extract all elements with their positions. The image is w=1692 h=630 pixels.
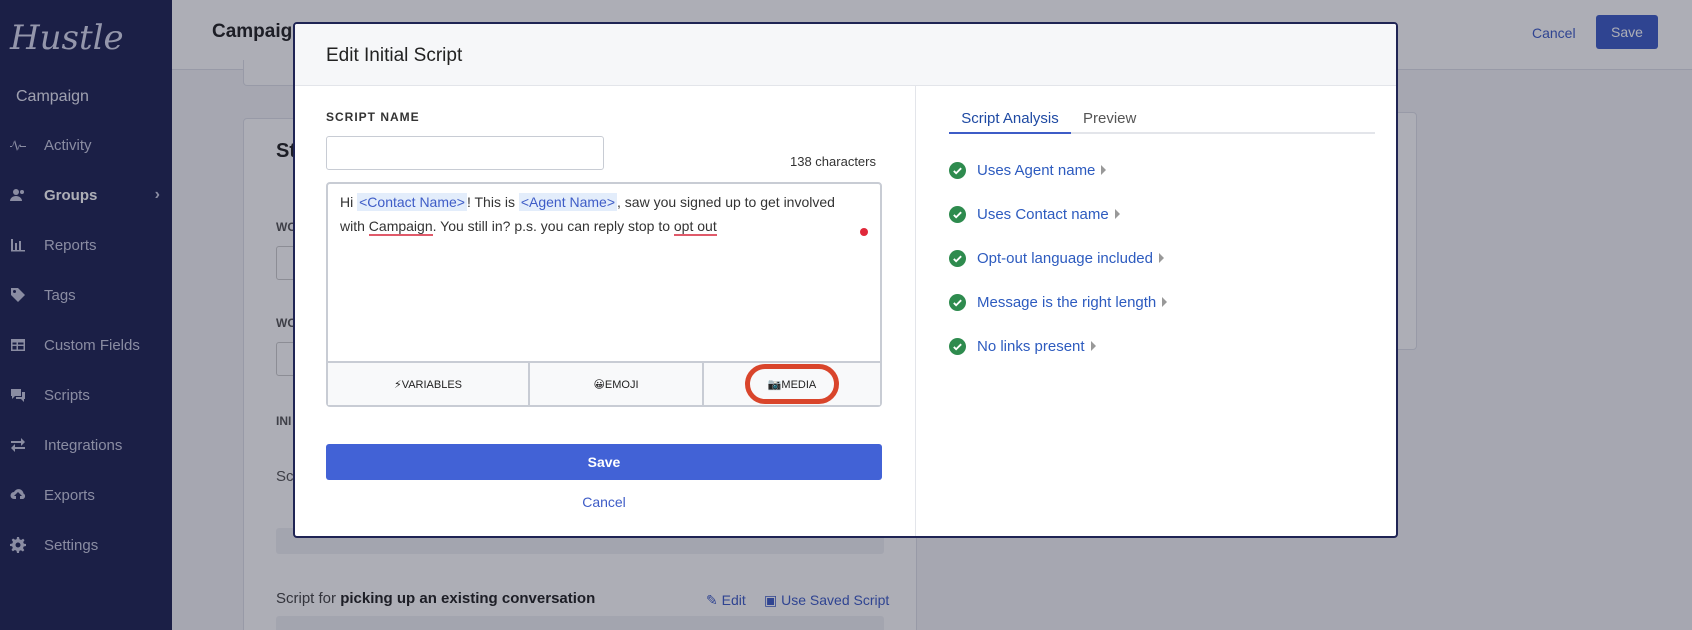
media-label: 📷MEDIA bbox=[767, 378, 817, 391]
script-name-input[interactable] bbox=[326, 136, 604, 170]
tab-script-analysis[interactable]: Script Analysis bbox=[949, 104, 1071, 134]
media-highlight-circle: 📷MEDIA bbox=[745, 364, 839, 404]
check-item[interactable]: Uses Agent name bbox=[949, 159, 1107, 181]
check-item[interactable]: Message is the right length bbox=[949, 291, 1168, 313]
caret-right-icon bbox=[1158, 253, 1164, 263]
cancel-button: Cancel bbox=[326, 494, 882, 510]
analysis-tabs: Script Analysis Preview bbox=[949, 104, 1375, 134]
modal-header: Edit Initial Script bbox=[295, 24, 1396, 86]
status-dot bbox=[860, 228, 868, 236]
cancel-label[interactable]: Cancel bbox=[582, 494, 626, 510]
variables-button[interactable]: ⚡VARIABLES bbox=[328, 363, 530, 405]
caret-right-icon bbox=[1101, 165, 1107, 175]
caret-right-icon bbox=[1114, 209, 1120, 219]
script-text-segment: ! This is bbox=[466, 194, 519, 210]
modal-divider bbox=[915, 86, 916, 536]
emoji-label: 😀EMOJI bbox=[593, 378, 639, 391]
check-label: No links present bbox=[977, 337, 1085, 355]
edit-script-modal: Edit Initial Script SCRIPT NAME 138 char… bbox=[293, 22, 1398, 538]
caret-right-icon bbox=[1090, 341, 1096, 351]
check-label: Uses Agent name bbox=[977, 161, 1096, 179]
check-circle-icon bbox=[949, 205, 966, 223]
opt-out-word: opt out bbox=[673, 218, 717, 236]
editor-toolbar: ⚡VARIABLES 😀EMOJI 📷MEDIA bbox=[328, 361, 880, 405]
script-name-label: SCRIPT NAME bbox=[326, 110, 420, 124]
variables-label: ⚡VARIABLES bbox=[393, 378, 463, 391]
media-button[interactable]: 📷MEDIA bbox=[704, 363, 880, 405]
contact-name-variable[interactable]: <Contact Name> bbox=[357, 193, 467, 211]
check-item[interactable]: No links present bbox=[949, 335, 1096, 357]
check-label: Uses Contact name bbox=[977, 205, 1109, 223]
check-label: Opt-out language included bbox=[977, 249, 1153, 267]
caret-right-icon bbox=[1162, 297, 1168, 307]
check-circle-icon bbox=[949, 337, 966, 355]
campaign-word: Campaign bbox=[368, 218, 433, 236]
modal-title: Edit Initial Script bbox=[326, 45, 463, 66]
script-text-segment: Hi bbox=[340, 194, 358, 210]
check-item[interactable]: Uses Contact name bbox=[949, 203, 1120, 225]
script-text[interactable]: Hi <Contact Name>! This is <Agent Name>,… bbox=[340, 190, 860, 238]
check-label: Message is the right length bbox=[977, 293, 1157, 311]
script-editor[interactable]: Hi <Contact Name>! This is <Agent Name>,… bbox=[326, 182, 882, 407]
emoji-button[interactable]: 😀EMOJI bbox=[530, 363, 704, 405]
check-circle-icon bbox=[949, 249, 966, 267]
save-button[interactable]: Save bbox=[326, 444, 882, 480]
script-text-segment: . You still in? p.s. you can reply stop … bbox=[432, 218, 674, 234]
check-circle-icon bbox=[949, 161, 966, 179]
agent-name-variable[interactable]: <Agent Name> bbox=[518, 193, 618, 211]
tab-preview[interactable]: Preview bbox=[1083, 104, 1136, 134]
check-circle-icon bbox=[949, 293, 966, 311]
check-item[interactable]: Opt-out language included bbox=[949, 247, 1164, 269]
character-count: 138 characters bbox=[790, 154, 876, 169]
